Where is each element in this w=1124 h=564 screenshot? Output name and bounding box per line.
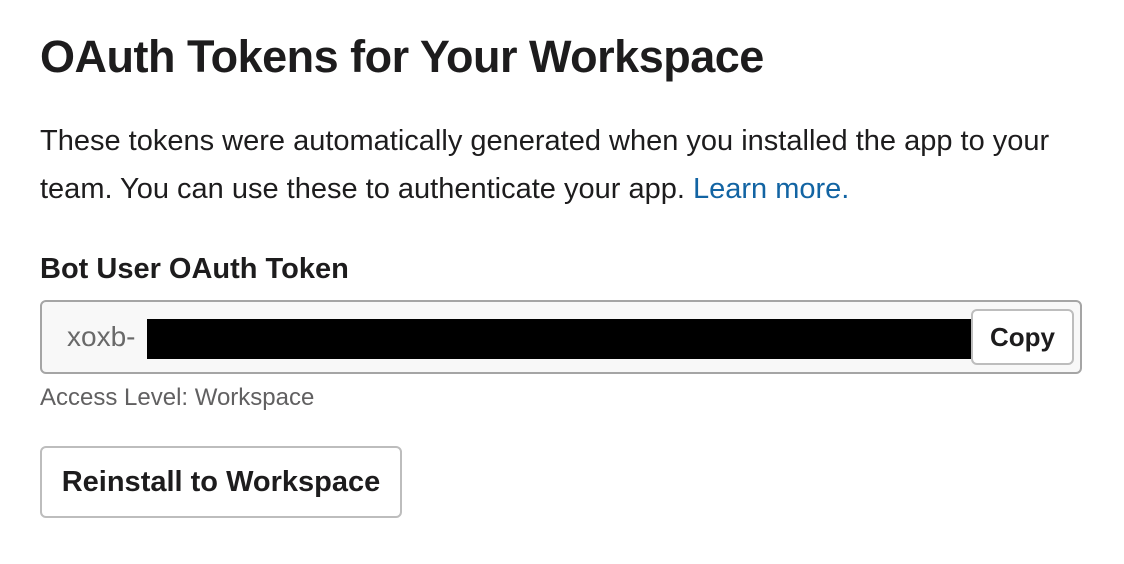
access-level-text: Access Level: Workspace [40,384,315,411]
learn-more-link[interactable]: Learn more. [693,173,849,205]
bot-token-field[interactable]: xoxb- Copy [40,300,1082,374]
page-title: OAuth Tokens for Your Workspace [40,31,764,82]
token-redaction-bar [147,319,972,359]
description-text: These tokens were automatically generate… [40,125,1050,205]
bot-token-prefix: xoxb- [67,321,136,352]
bot-token-label: Bot User OAuth Token [40,253,349,285]
page-description: These tokens were automatically generate… [40,117,1085,213]
reinstall-button[interactable]: Reinstall to Workspace [40,446,402,518]
copy-button[interactable]: Copy [971,309,1074,365]
